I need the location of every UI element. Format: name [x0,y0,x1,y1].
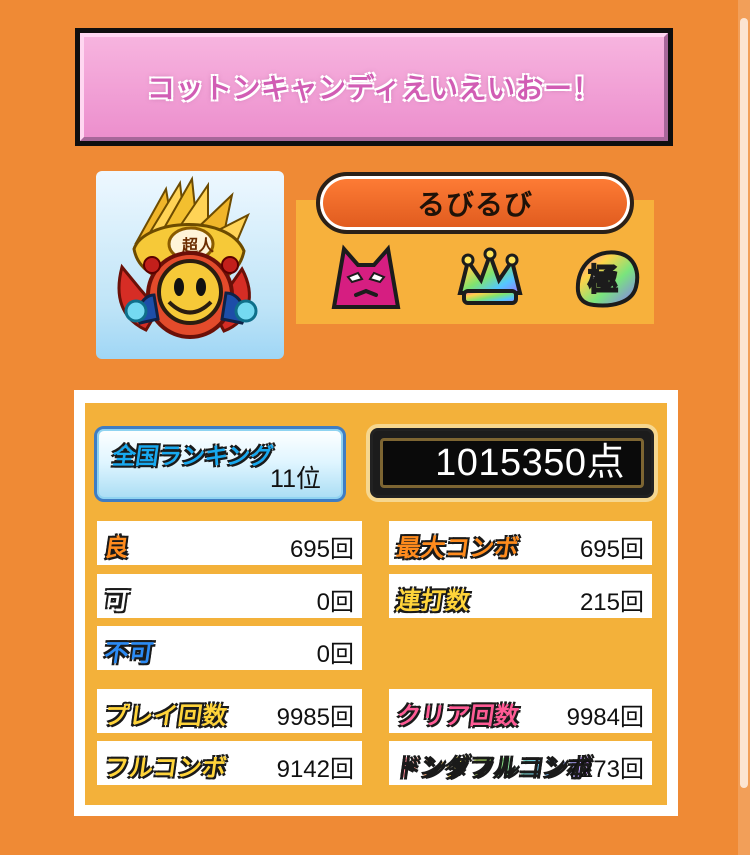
stat-label-ryo: 良 [102,535,131,562]
rainbow-crown-icon [450,241,530,313]
kiwami-rank-icon: 極 [566,241,646,313]
stat-row-fuka: 不可 0回 [97,626,362,670]
stat-value-full-combo: 9142回 [276,756,354,783]
stat-value-fuka: 0回 [316,641,354,668]
song-title-frame: コットンキャンディえいえいおー！ [75,28,673,146]
stat-label-ka: 可 [102,588,131,615]
stat-row-drumroll: 連打数 215回 [389,574,652,618]
stat-label-clear-count: クリア回数 [394,703,521,730]
stat-label-play-count: プレイ回数 [102,703,229,730]
stat-label-full-combo: フルコンボ [102,755,229,782]
stat-row-ka: 可 0回 [97,574,362,618]
stat-value-ryo: 695回 [289,536,354,563]
national-ranking-value: 11位 [270,465,321,493]
armored-daruma-warrior-icon: 超人 [117,175,258,339]
stat-row-clear-count: クリア回数 9984回 [389,689,652,733]
national-ranking-card: 全国ランキング 11位 [94,426,346,502]
stat-row-ryo: 良 695回 [97,521,362,565]
stat-label-max-combo: 最大コンボ [394,535,521,562]
score-display: 1015350点 [380,438,644,488]
player-name: るびるび [416,189,533,220]
player-name-pill: るびるび [316,172,634,234]
stat-row-max-combo: 最大コンボ 695回 [389,521,652,565]
oni-difficulty-icon [326,241,406,313]
stat-row-donda-full-combo: ドンダフルコンボ 7273回 [389,741,652,785]
stat-value-clear-count: 9984回 [566,704,644,731]
national-ranking-label: 全国ランキング [110,443,275,469]
vertical-scrollbar[interactable] [738,0,750,855]
avatar: 超人 [96,171,284,359]
stat-label-fuka: 不可 [102,640,156,667]
stat-value-drumroll: 215回 [579,589,644,616]
score-value: 1015350点 [435,442,625,484]
stat-row-play-count: プレイ回数 9985回 [97,689,362,733]
stat-value-ka: 0回 [316,589,354,616]
stat-row-full-combo: フルコンボ 9142回 [97,741,362,785]
song-title-panel: コットンキャンディえいえいおー！ [80,33,668,141]
stat-value-donda-full-combo: 7273回 [566,756,644,783]
score-card: 1015350点 [366,424,658,502]
stat-label-donda-full-combo: ドンダフルコンボ [395,748,595,783]
stat-value-play-count: 9985回 [276,704,354,731]
song-title: コットンキャンディえいえいおー！ [146,73,602,104]
stat-value-max-combo: 695回 [579,536,644,563]
kiwami-badge-text: 極 [588,263,618,298]
scrollbar-thumb[interactable] [740,18,748,788]
stat-label-drumroll: 連打数 [394,588,472,615]
